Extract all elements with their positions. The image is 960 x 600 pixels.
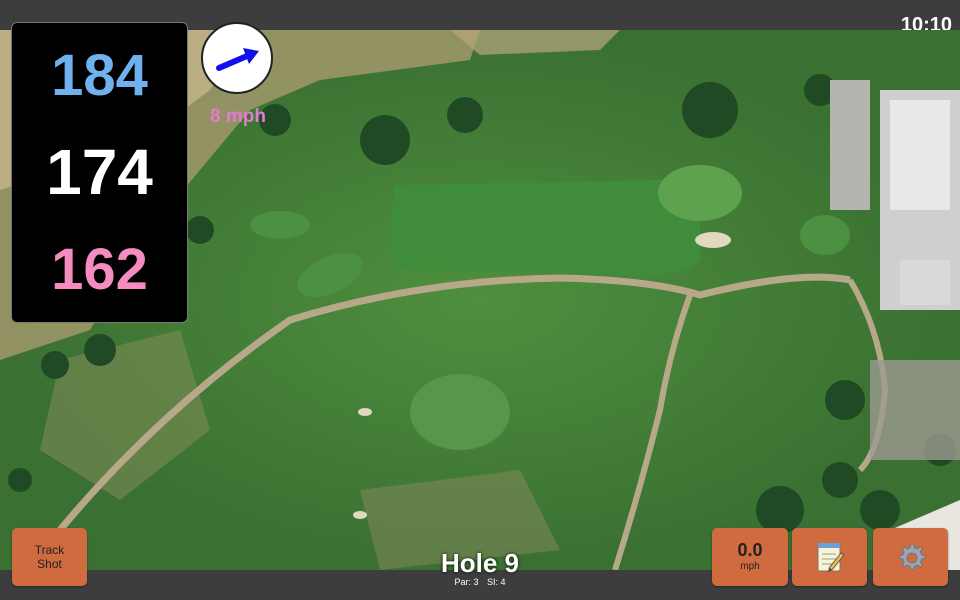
track-shot-button[interactable]: Track Shot	[12, 528, 87, 586]
stroke-index-label: SI: 4	[487, 577, 506, 587]
speed-button[interactable]: 0.0 mph	[712, 528, 788, 586]
hole-info: Par: 3 SI: 4	[380, 577, 580, 588]
speed-value: 0.0	[737, 540, 763, 560]
wind-direction-arrow-icon	[216, 48, 259, 71]
hole-title: Hole 9	[440, 548, 520, 578]
par-label: Par: 3	[454, 577, 479, 587]
notes-button[interactable]	[792, 528, 867, 586]
wind-speed: 8 mph	[210, 106, 266, 127]
back-distance: 184	[51, 43, 148, 108]
track-shot-label-line2: Shot	[37, 557, 62, 571]
front-distance: 162	[51, 237, 148, 302]
distance-panel: 184 174 162	[11, 22, 188, 323]
notepad-icon	[817, 543, 845, 572]
settings-button[interactable]	[873, 528, 948, 586]
track-shot-label-line1: Track	[34, 543, 65, 557]
gear-icon	[898, 543, 926, 571]
speed-unit: mph	[740, 561, 760, 572]
wind-indicator	[201, 22, 273, 94]
middle-distance: 174	[46, 136, 153, 208]
